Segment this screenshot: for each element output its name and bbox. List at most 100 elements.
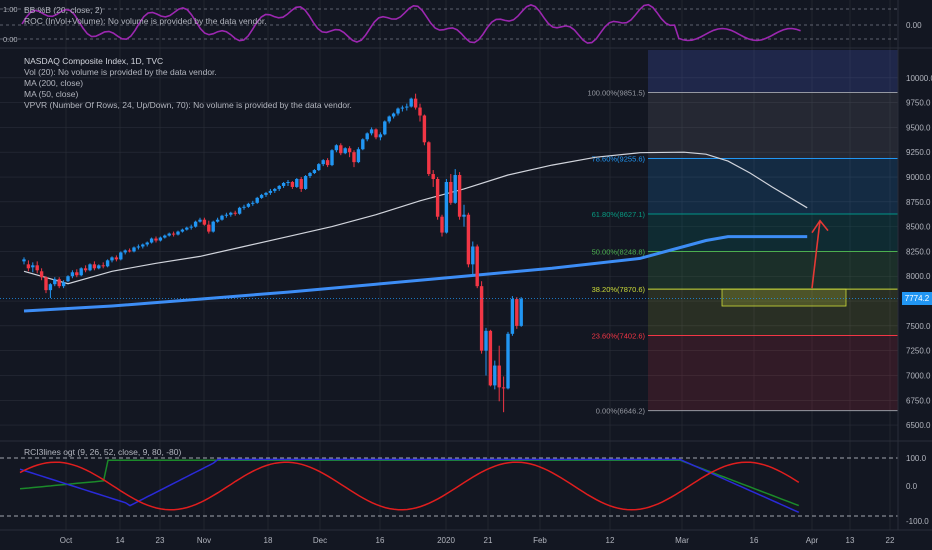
bb-left-tick: 1.00 [3,5,18,14]
fib-level-label: 100.00%(9851.5) [587,89,645,98]
candle-body [343,148,347,154]
y-tick-label: 7500.0 [906,322,931,331]
candle-body [462,214,466,217]
candle-body [383,121,387,135]
x-tick-label: 16 [376,536,385,545]
candle-body [35,265,39,271]
candle-body [471,246,475,265]
candle-body [295,179,299,187]
fib-level-label: 78.60%(9255.6) [592,154,646,163]
candle-body [457,175,462,217]
vol-legend[interactable]: Vol (20): No volume is provided by the d… [24,67,352,78]
ma50-legend[interactable]: MA (50, close) [24,89,352,100]
y-tick-label: 10000.0 [906,74,932,83]
candle-body [286,181,290,183]
candle-body [308,173,312,177]
candle-body [422,115,427,143]
candle-body [251,202,255,204]
candle-body [264,192,268,195]
fib-band [648,251,898,290]
x-tick-label: Dec [313,536,327,545]
last-price-label: 7774.2 [902,292,932,306]
candle-body [418,107,422,116]
candle-body [105,260,110,267]
candle-body [497,365,501,388]
candle-body [449,181,453,203]
candle-body [466,214,471,265]
candle-body [444,181,449,233]
x-tick-label: 14 [116,536,125,545]
x-tick-label: Oct [60,536,73,545]
x-tick-label: Nov [197,536,211,545]
candle-body [325,160,330,166]
rci-right-tick: -100.0 [906,517,929,526]
ma200-legend[interactable]: MA (200, close) [24,78,352,89]
candle-body [149,238,154,243]
rci-right-tick: 0.0 [906,482,918,491]
candle-body [501,387,506,389]
candle-body [427,142,431,175]
candle-body [321,160,325,165]
candle-body [193,221,198,227]
y-tick-label: 6500.0 [906,421,931,430]
candle-body [53,279,57,285]
candle-body [75,272,79,276]
fib-level-label: 0.00%(6646.2) [596,407,646,416]
fib-level-label: 50.00%(8248.8) [592,248,646,257]
symbol-title[interactable]: NASDAQ Composite Index, 1D, TVC [24,56,352,67]
x-tick-label: 21 [484,536,493,545]
fib-band [648,335,898,411]
y-tick-label: 9250.0 [906,148,931,157]
candle-body [167,233,171,236]
candle-body [70,272,75,277]
y-tick-label: 8750.0 [906,198,931,207]
candle-body [92,264,97,269]
candle-body [229,212,233,215]
x-tick-label: 22 [886,536,895,545]
candle-body [246,203,251,207]
candle-body [31,265,35,268]
candle-body [519,298,523,326]
candle-body [189,226,193,228]
candle-body [26,264,31,269]
candle-body [268,190,273,193]
candle-body [488,330,493,386]
candle-body [356,149,361,163]
candle-body [237,207,242,214]
rci-legend[interactable]: RCI3lines ogt (9, 26, 52, close, 9, 80, … [24,447,181,458]
x-tick-label: 23 [156,536,165,545]
vpvr-legend[interactable]: VPVR (Number Of Rows, 24, Up/Down, 70): … [24,100,352,111]
x-tick-label: 16 [750,536,759,545]
rci-right-tick: 100.0 [906,454,927,463]
candle-body [163,235,167,238]
candle-body [479,286,484,351]
candle-body [259,194,264,198]
y-tick-label: 8000.0 [906,272,931,281]
candle-body [215,219,220,222]
candle-body [273,188,277,191]
candle-body [202,219,207,225]
bb-legend-line: BB %B (20, close, 2) [24,5,103,15]
candle-body [123,250,127,253]
candle-body [132,247,136,252]
candle-body [57,279,61,287]
x-tick-label: 13 [846,536,855,545]
candle-body [317,164,321,171]
candle-body [154,238,158,241]
candle-body [440,216,444,233]
highlight-zone-box [721,288,847,307]
candle-body [281,182,286,186]
candle-body [352,152,356,163]
candle-body [158,237,163,241]
candle-body [493,365,497,386]
candle-body [510,299,515,334]
y-tick-label: 6750.0 [906,396,931,405]
candle-body [361,139,365,150]
candle-body [453,175,457,203]
x-tick-label: Feb [533,536,547,545]
x-tick-label: 12 [606,536,615,545]
candle-body [83,268,88,271]
candle-body [374,129,378,138]
candle-body [515,299,519,326]
candle-body [145,242,149,245]
